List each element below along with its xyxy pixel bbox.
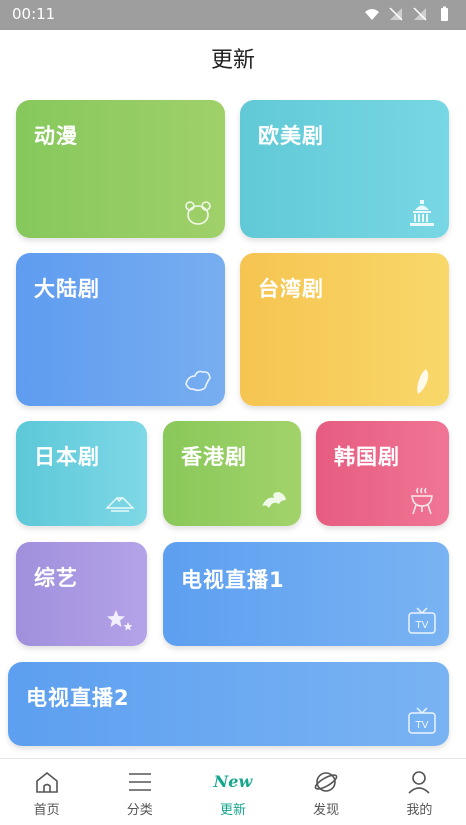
taiwan-map-icon <box>417 369 429 394</box>
bottom-tab-bar: 首页 分类 New 更新 发现 我的 <box>0 758 466 825</box>
category-label: 电视直播1 <box>181 568 285 592</box>
category-label: 电视直播2 <box>26 686 130 710</box>
tab-home[interactable]: 首页 <box>7 759 87 825</box>
tab-label: 分类 <box>126 803 153 818</box>
user-icon <box>408 771 430 794</box>
category-label: 香港剧 <box>181 445 247 469</box>
status-icons <box>364 6 452 22</box>
category-card-mainland[interactable]: 大陆剧 <box>16 253 225 406</box>
tab-mine[interactable]: 我的 <box>379 759 459 825</box>
battery-icon <box>441 6 448 21</box>
category-label: 韩国剧 <box>334 445 400 469</box>
category-label: 动漫 <box>34 124 78 148</box>
tv-icon: TV <box>408 607 436 634</box>
status-bar: 00:11 <box>0 0 466 30</box>
home-icon <box>35 771 58 793</box>
category-label: 台湾剧 <box>258 277 324 301</box>
tv-icon-text: TV <box>415 620 429 631</box>
tab-label: 更新 <box>219 803 246 818</box>
list-icon <box>128 773 151 791</box>
category-card-variety[interactable]: 综艺 <box>16 542 147 646</box>
bear-icon <box>185 201 211 225</box>
tab-discover[interactable]: 发现 <box>286 759 366 825</box>
stars-icon <box>107 610 133 631</box>
category-label: 欧美剧 <box>258 124 324 148</box>
category-card-tv-live-1[interactable]: 电视直播1 TV <box>163 542 449 646</box>
category-card-hongkong[interactable]: 香港剧 <box>163 421 301 526</box>
category-card-taiwan[interactable]: 台湾剧 <box>240 253 449 406</box>
new-badge-icon: New <box>213 772 253 791</box>
status-time: 00:11 <box>12 5 56 23</box>
category-card-tv-live-2[interactable]: 电视直播2 TV <box>8 662 449 746</box>
barbecue-grill-icon <box>411 487 433 515</box>
category-card-western[interactable]: 欧美剧 <box>240 100 449 238</box>
tv-icon: TV <box>408 707 436 734</box>
category-card-anime[interactable]: 动漫 <box>16 100 225 238</box>
page-title: 更新 <box>210 48 255 73</box>
tab-category[interactable]: 分类 <box>100 759 180 825</box>
china-map-icon <box>185 370 211 392</box>
tv-icon-text: TV <box>415 720 429 731</box>
category-card-korea[interactable]: 韩国剧 <box>316 421 449 526</box>
category-label: 综艺 <box>34 566 78 590</box>
signal-off-icon <box>389 7 403 21</box>
tab-label: 首页 <box>33 803 60 818</box>
bauhinia-icon <box>262 492 286 508</box>
capitol-icon <box>410 200 434 226</box>
category-label: 大陆剧 <box>34 277 100 301</box>
category-label: 日本剧 <box>34 445 100 469</box>
tab-label: 我的 <box>406 803 433 818</box>
mount-fuji-icon <box>105 497 135 512</box>
tab-label: 发现 <box>313 803 340 818</box>
planet-icon <box>314 772 338 792</box>
category-card-japan[interactable]: 日本剧 <box>16 421 147 526</box>
tab-update[interactable]: New 更新 <box>193 759 273 825</box>
wifi-icon <box>365 9 379 20</box>
signal-off-icon <box>413 7 427 21</box>
